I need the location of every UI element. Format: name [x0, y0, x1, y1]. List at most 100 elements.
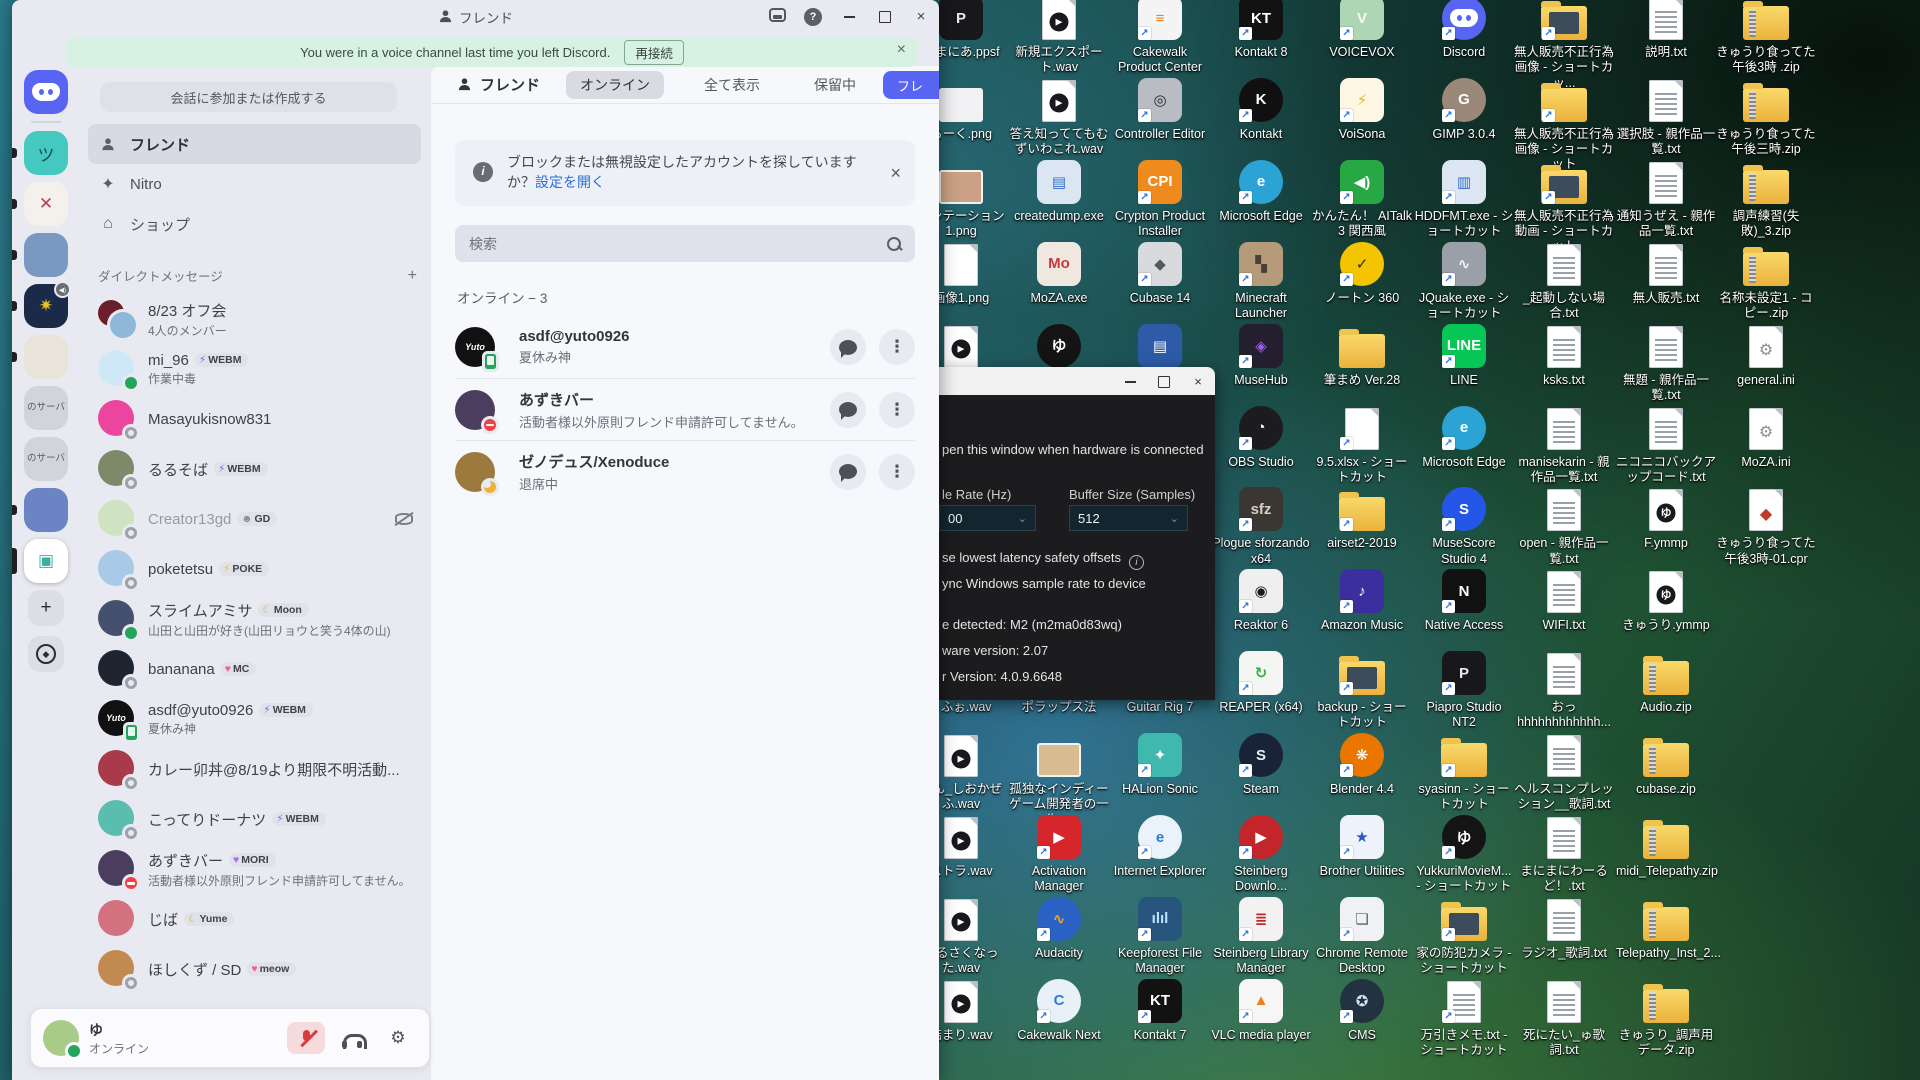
- desktop-icon[interactable]: ∿↗JQuake.exe - ショートカット: [1414, 236, 1514, 322]
- desktop-icon[interactable]: LINE↗LINE: [1414, 318, 1514, 388]
- nav-nitro[interactable]: ✦ Nitro: [88, 164, 421, 204]
- desktop-icon[interactable]: 筆まめ Ver.28: [1312, 318, 1412, 388]
- more-options-button[interactable]: ⋮: [879, 392, 915, 428]
- desktop-icon[interactable]: ▲↗VLC media player: [1211, 973, 1311, 1043]
- desktop-icon[interactable]: WIFI.txt: [1514, 563, 1614, 633]
- desktop-icon[interactable]: K↗Kontakt: [1211, 72, 1311, 142]
- mute-microphone-button[interactable]: [287, 1022, 325, 1054]
- dm-list-item[interactable]: じば☾Yume: [88, 894, 425, 944]
- dm-list-item[interactable]: スライムアミサ☾Moon山田と山田が好き(山田リョウと笑う4体の山): [88, 594, 425, 644]
- add-server-button[interactable]: +: [28, 590, 64, 626]
- desktop-icon[interactable]: ▶新規エクスポート.wav: [1009, 0, 1109, 76]
- desktop-icon[interactable]: 通知うぜえ - 親作品一覧.txt: [1616, 154, 1716, 240]
- desktop-icon[interactable]: きゅうり食ってた午後三時.zip: [1716, 72, 1816, 158]
- minimize-button[interactable]: [831, 8, 867, 25]
- server-icon[interactable]: [24, 335, 68, 379]
- desktop-icon[interactable]: S↗MuseScore Studio 4: [1414, 481, 1514, 567]
- desktop-icon[interactable]: cubase.zip: [1616, 727, 1716, 797]
- message-button[interactable]: [830, 329, 866, 365]
- desktop-icon[interactable]: ゆ: [1009, 318, 1109, 373]
- desktop-icon[interactable]: ✪↗CMS: [1312, 973, 1412, 1043]
- server-icon[interactable]: [24, 233, 68, 277]
- tab-online[interactable]: オンライン: [566, 71, 664, 99]
- desktop-icon[interactable]: KT↗Kontakt 7: [1110, 973, 1210, 1043]
- desktop-icon[interactable]: ゆきゅうり.ymmp: [1616, 563, 1716, 633]
- desktop-icon[interactable]: 無題 - 親作品一覧.txt: [1616, 318, 1716, 404]
- desktop-icon[interactable]: manisekarin - 親作品一覧.txt: [1514, 400, 1614, 486]
- nav-shop[interactable]: ⌂ ショップ: [88, 204, 421, 244]
- desktop-icon[interactable]: ▤createdump.exe: [1009, 154, 1109, 224]
- friend-row[interactable]: あずきバー活動者様以外原則フレンド申請許可してません。⋮: [455, 378, 915, 440]
- search-input[interactable]: 検索: [455, 225, 915, 262]
- close-button[interactable]: ×: [903, 8, 939, 25]
- sample-rate-select[interactable]: 00⌄: [939, 505, 1036, 531]
- desktop-icon[interactable]: ▶↗Activation Manager: [1009, 809, 1109, 895]
- discover-button[interactable]: ◆: [28, 636, 64, 672]
- desktop-icon[interactable]: ↗syasinn - ショートカット: [1414, 727, 1514, 813]
- message-button[interactable]: [830, 392, 866, 428]
- desktop-icon[interactable]: ▥↗HDDFMT.exe - ショートカット: [1414, 154, 1514, 240]
- dm-list-item[interactable]: るるそば⚡WEBM: [88, 444, 425, 494]
- desktop-icon[interactable]: e↗Microsoft Edge: [1414, 400, 1514, 470]
- desktop-icon[interactable]: ◆きゅうり食ってた午後3時-01.cpr: [1716, 481, 1816, 567]
- server-icon[interactable]: [24, 488, 68, 532]
- desktop-icon[interactable]: ↗airset2-2019: [1312, 481, 1412, 551]
- create-dm-button[interactable]: +: [408, 267, 417, 285]
- dialog-minimize-button[interactable]: [1113, 374, 1147, 389]
- dm-list-item[interactable]: bananana♥MC: [88, 644, 425, 694]
- desktop-icon[interactable]: KT↗Kontakt 8: [1211, 0, 1311, 60]
- desktop-icon[interactable]: 死にたい_ゅ歌詞.txt: [1514, 973, 1614, 1059]
- desktop-icon[interactable]: ⚙MoZA.ini: [1716, 400, 1816, 470]
- desktop-icon[interactable]: e↗Internet Explorer: [1110, 809, 1210, 879]
- desktop-icon[interactable]: ↗9.5.xlsx - ショートカット: [1312, 400, 1412, 486]
- desktop-icon[interactable]: ↗backup - ショートカット: [1312, 645, 1412, 731]
- settings-button[interactable]: ⚙: [379, 1022, 417, 1054]
- desktop-icon[interactable]: _起動しない場合.txt: [1514, 236, 1614, 322]
- desktop-icon[interactable]: ▤: [1110, 318, 1210, 373]
- desktop-icon[interactable]: 説明.txt: [1616, 0, 1716, 60]
- server-icon[interactable]: ✕: [24, 182, 68, 226]
- desktop-icon[interactable]: ksks.txt: [1514, 318, 1614, 388]
- desktop-icon[interactable]: ❋↗Blender 4.4: [1312, 727, 1412, 797]
- desktop-icon[interactable]: ニコニコバックアップコード.txt: [1616, 400, 1716, 486]
- home-button[interactable]: [24, 70, 68, 114]
- buffer-size-select[interactable]: 512⌄: [1069, 505, 1188, 531]
- desktop-icon[interactable]: P↗Piapro Studio NT2: [1414, 645, 1514, 731]
- desktop-icon[interactable]: sfz↗Plogue sforzando x64: [1211, 481, 1311, 567]
- dm-list-item[interactable]: ほしくず / SD♥meow: [88, 944, 425, 994]
- desktop-icon[interactable]: S↗Steam: [1211, 727, 1311, 797]
- desktop-icon[interactable]: ゆF.ymmp: [1616, 481, 1716, 551]
- add-friend-button[interactable]: フレ: [883, 71, 939, 99]
- desktop-icon[interactable]: おっhhhhhhhhhhhh...: [1514, 645, 1614, 731]
- desktop-icon[interactable]: ↗家の防犯カメラ - ショートカット: [1414, 891, 1514, 977]
- desktop-icon[interactable]: ılıl↗Keepforest File Manager: [1110, 891, 1210, 977]
- desktop-icon[interactable]: ❏↗Chrome Remote Desktop: [1312, 891, 1412, 977]
- hardware-connected-option[interactable]: pen this window when hardware is connect…: [942, 442, 1211, 457]
- maximize-button[interactable]: [867, 8, 903, 25]
- deafen-button[interactable]: [333, 1022, 371, 1054]
- desktop-icon[interactable]: ▚↗Minecraft Launcher: [1211, 236, 1311, 322]
- dm-list-item[interactable]: Yutoasdf@yuto0926⚡WEBM夏休み神: [88, 694, 425, 744]
- desktop-icon[interactable]: まにまにわーるど！.txt: [1514, 809, 1614, 895]
- desktop-icon[interactable]: ↻↗REAPER (x64): [1211, 645, 1311, 715]
- desktop-icon[interactable]: ⚙general.ini: [1716, 318, 1816, 388]
- friend-row[interactable]: Yutoasdf@yuto0926夏休み神⋮: [455, 316, 915, 378]
- desktop-icon[interactable]: ゆ↗YukkuriMovieM... - ショートカット: [1414, 809, 1514, 895]
- desktop-icon[interactable]: ∿↗Audacity: [1009, 891, 1109, 961]
- sync-sample-rate-option[interactable]: ync Windows sample rate to device: [942, 576, 1211, 591]
- dm-list-item[interactable]: 8/23 オフ会4人のメンバー: [88, 294, 425, 344]
- dialog-close-button[interactable]: ×: [1181, 374, 1215, 389]
- desktop-icon[interactable]: ヘルスコンプレッション__歌詞.txt: [1514, 727, 1614, 813]
- server-icon[interactable]: のサーバ: [24, 386, 68, 430]
- desktop-icon[interactable]: ✓↗ノートン 360: [1312, 236, 1412, 306]
- desktop-icon[interactable]: CPI↗Crypton Product Installer: [1110, 154, 1210, 240]
- banner-close-icon[interactable]: ×: [890, 160, 901, 186]
- desktop-icon[interactable]: Audio.zip: [1616, 645, 1716, 715]
- desktop-icon[interactable]: ◔↗OBS Studio: [1211, 400, 1311, 470]
- desktop-icon[interactable]: open - 親作品一覧.txt: [1514, 481, 1614, 567]
- desktop-icon[interactable]: 名称未設定1 - コピー.zip: [1716, 236, 1816, 322]
- join-or-create-button[interactable]: 会話に参加または作成する: [100, 82, 397, 112]
- desktop-icon[interactable]: 調声練習(失敗)_3.zip: [1716, 154, 1816, 240]
- desktop-icon[interactable]: ◆↗Cubase 14: [1110, 236, 1210, 306]
- friend-row[interactable]: ゼノデュス/Xenoduce退席中⋮: [455, 440, 915, 502]
